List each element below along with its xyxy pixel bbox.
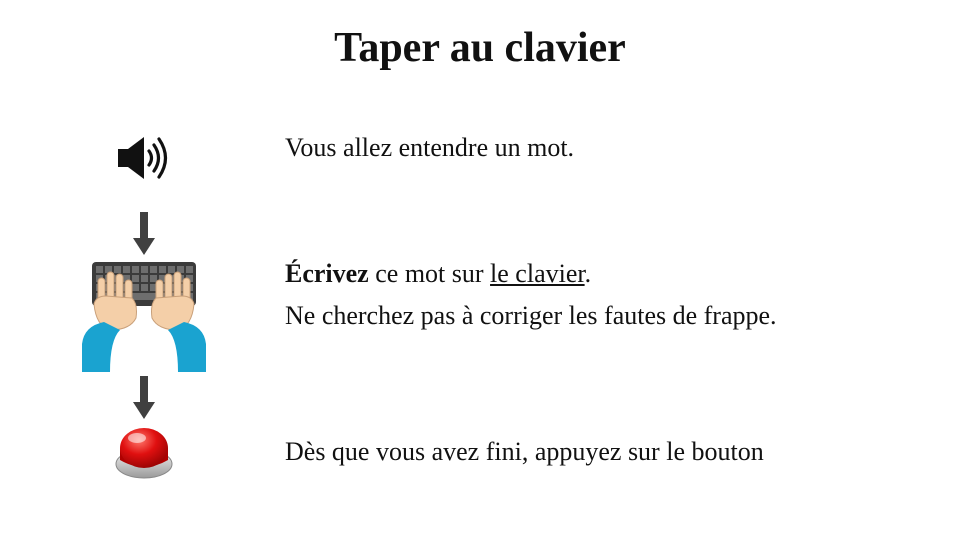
step-type-line2: Ne cherchez pas à corriger les fautes de…: [285, 301, 777, 330]
down-arrow-icon: [133, 376, 155, 419]
step-type-middle: ce mot sur: [368, 259, 491, 288]
step-type-text: Écrivez ce mot sur le clavier.: [285, 258, 591, 290]
step-press-text: Dès que vous avez fini, appuyez sur le b…: [285, 437, 764, 466]
down-arrow-icon: [133, 212, 155, 255]
page-title: Taper au clavier: [334, 25, 626, 71]
typing-hands-keyboard-icon: [82, 262, 206, 372]
keyboard-underlined-text: le clavier: [490, 259, 585, 288]
step-type-end: .: [584, 259, 592, 288]
step-type-emphasis: Écrivez: [285, 259, 369, 288]
step-listen-text: Vous allez entendre un mot.: [285, 133, 575, 162]
red-push-button-icon: [115, 428, 173, 479]
speaker-icon: [118, 137, 168, 179]
